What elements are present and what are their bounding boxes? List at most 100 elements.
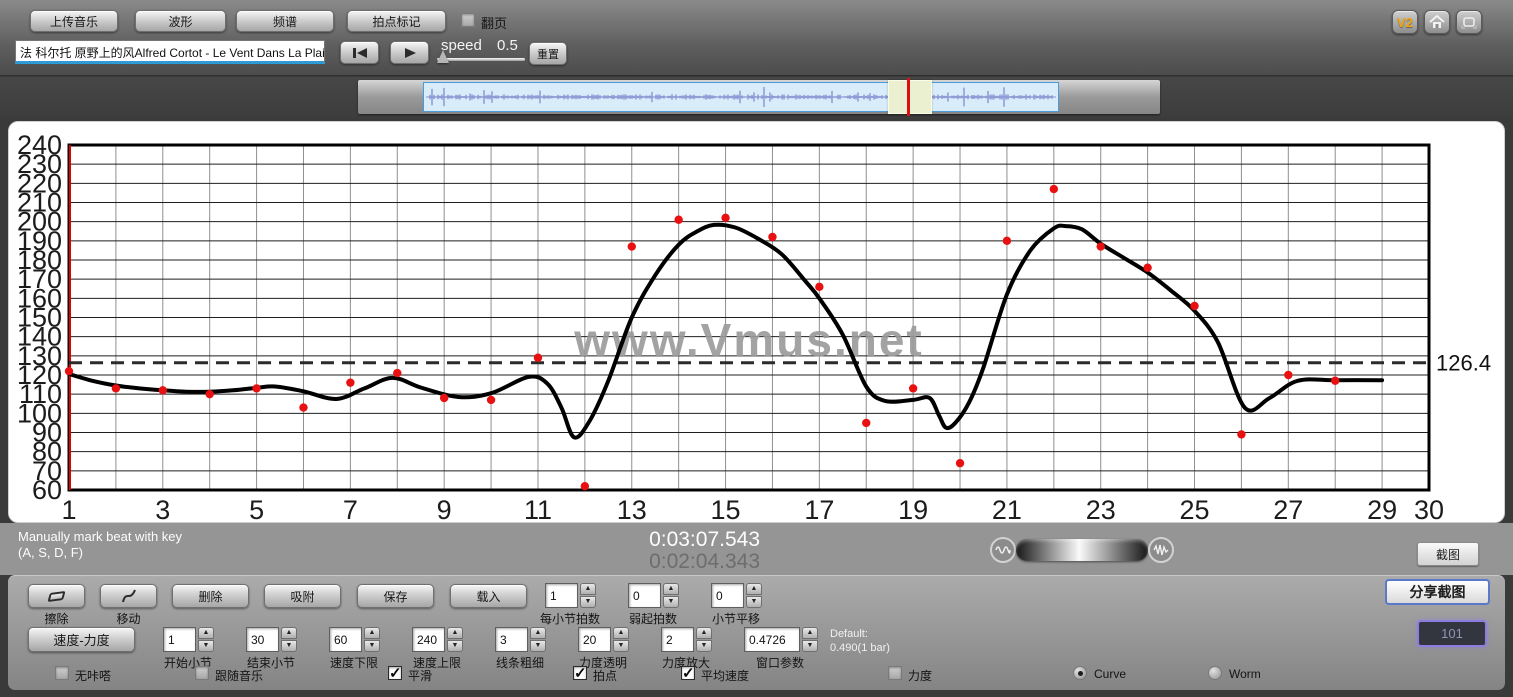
disabled-extra-button[interactable]: 101 [1417, 620, 1487, 647]
svg-text:11: 11 [524, 495, 552, 522]
spinner-down-icon[interactable]: ▼ [613, 640, 629, 652]
fullscreen-button[interactable] [1456, 10, 1482, 34]
spinner-down-icon[interactable]: ▼ [663, 596, 679, 608]
skip-to-start-icon [351, 47, 369, 59]
line-width-spinner: 3 ▲▼ [495, 627, 546, 652]
spinner-up-icon[interactable]: ▲ [530, 627, 546, 639]
volume-min-button[interactable] [990, 537, 1016, 563]
fullscreen-icon [1461, 15, 1477, 29]
spinner-up-icon[interactable]: ▲ [281, 627, 297, 639]
spinner-down-icon[interactable]: ▼ [696, 640, 712, 652]
tempo-chart[interactable]: www.Vmus.net126.460708090100110120130140… [9, 122, 1504, 522]
spinner-down-icon[interactable]: ▼ [364, 640, 380, 652]
waveform-selection-window[interactable] [888, 80, 932, 114]
play-button[interactable] [390, 41, 429, 64]
spectrum-button[interactable]: 频谱 [236, 10, 334, 32]
playhead-marker[interactable] [907, 78, 910, 116]
delete-button[interactable]: 删除 [172, 584, 249, 608]
reset-button[interactable]: 重置 [529, 42, 567, 65]
spinner-down-icon[interactable]: ▼ [580, 596, 596, 608]
tempo-dynamics-mode-button[interactable]: 速度-力度 [28, 627, 135, 652]
erase-tool-label: 擦除 [28, 610, 85, 627]
pickup-beats-value[interactable]: 0 [628, 583, 661, 608]
volume-max-button[interactable] [1148, 537, 1174, 563]
curve-radio-label: Curve [1094, 667, 1144, 681]
spinner-down-icon[interactable]: ▼ [281, 640, 297, 652]
tempo-min-value[interactable]: 60 [329, 627, 362, 652]
svg-text:25: 25 [1179, 495, 1209, 522]
erase-tool-button[interactable] [28, 584, 85, 608]
spinner-up-icon[interactable]: ▲ [580, 583, 596, 595]
no-click-checkbox[interactable] [55, 666, 69, 680]
spinner-up-icon[interactable]: ▲ [746, 583, 762, 595]
spinner-up-icon[interactable]: ▲ [198, 627, 214, 639]
spinner-up-icon[interactable]: ▲ [663, 583, 679, 595]
spinner-down-icon[interactable]: ▼ [802, 640, 818, 652]
waveform-button[interactable]: 波形 [135, 10, 226, 32]
tempo-min-label: 速度下限 [309, 654, 399, 671]
average-tempo-checkbox[interactable] [681, 666, 695, 680]
top-toolbar: 上传音乐 波形 频谱 拍点标记 翻页 V2 法 科尔托 原野上的风Alfred … [0, 0, 1513, 76]
speed-slider-thumb[interactable] [437, 50, 449, 63]
window-param-value[interactable]: 0.4726 [744, 627, 800, 652]
move-curve-icon [120, 588, 138, 604]
skip-to-start-button[interactable] [340, 41, 379, 64]
upload-music-button[interactable]: 上传音乐 [30, 10, 118, 32]
follow-music-label: 跟随音乐 [215, 667, 285, 684]
follow-music-checkbox[interactable] [195, 666, 209, 680]
save-button[interactable]: 保存 [357, 584, 434, 608]
share-screenshot-button[interactable]: 分享截图 [1385, 579, 1490, 605]
spinner-up-icon[interactable]: ▲ [696, 627, 712, 639]
spinner-up-icon[interactable]: ▲ [613, 627, 629, 639]
dynamics-opacity-spinner: 20 ▲▼ [578, 627, 629, 652]
spinner-down-icon[interactable]: ▼ [746, 596, 762, 608]
beat-mark-button[interactable]: 拍点标记 [347, 10, 446, 32]
svg-text:13: 13 [617, 495, 647, 522]
window-default-note-line2: 0.490(1 bar) [830, 642, 890, 654]
home-button[interactable] [1424, 10, 1450, 34]
svg-text:7: 7 [343, 495, 358, 522]
dynamics-gain-value[interactable]: 2 [661, 627, 694, 652]
spinner-down-icon[interactable]: ▼ [530, 640, 546, 652]
beat-dots-checkbox[interactable] [573, 666, 587, 680]
spinner-down-icon[interactable]: ▼ [447, 640, 463, 652]
svg-text:21: 21 [992, 495, 1022, 522]
line-width-value[interactable]: 3 [495, 627, 528, 652]
smooth-checkbox[interactable] [388, 666, 402, 680]
control-panel: 擦除 移动 删除 吸附 保存 载入 1 ▲▼ 每小节拍数 0 ▲▼ 弱起拍数 0… [8, 575, 1505, 690]
pickup-beats-spinner: 0 ▲▼ [628, 583, 679, 608]
waveform-graphic [424, 83, 1058, 111]
end-bar-value[interactable]: 30 [246, 627, 279, 652]
worm-radio[interactable] [1208, 666, 1222, 680]
track-title-input[interactable]: 法 科尔托 原野上的风Alfred Cortot - Le Vent Dans … [15, 40, 325, 64]
version-v2-button[interactable]: V2 [1392, 10, 1418, 34]
start-bar-value[interactable]: 1 [163, 627, 196, 652]
screenshot-button[interactable]: 截图 [1417, 542, 1479, 566]
dynamics-label: 力度 [908, 667, 958, 684]
time-total: 0:02:04.343 [560, 550, 760, 574]
volume-slider[interactable] [1016, 539, 1148, 561]
waveform-track[interactable] [358, 80, 1160, 114]
speed-slider-track[interactable] [437, 58, 525, 61]
page-turn-checkbox[interactable] [461, 13, 475, 27]
spinner-up-icon[interactable]: ▲ [447, 627, 463, 639]
svg-text:9: 9 [437, 495, 452, 522]
dynamics-opacity-value[interactable]: 20 [578, 627, 611, 652]
waveform-loud-icon [1153, 544, 1169, 556]
beats-per-bar-value[interactable]: 1 [545, 583, 578, 608]
curve-radio[interactable] [1073, 666, 1087, 680]
move-tool-button[interactable] [100, 584, 157, 608]
waveform-audio-region[interactable] [423, 82, 1059, 112]
dynamics-checkbox[interactable] [888, 666, 902, 680]
svg-text:30: 30 [1414, 495, 1444, 522]
load-button[interactable]: 载入 [450, 584, 527, 608]
bar-shift-value[interactable]: 0 [711, 583, 744, 608]
tempo-max-value[interactable]: 240 [412, 627, 445, 652]
play-icon [403, 47, 417, 59]
window-default-note-line1: Default: [830, 628, 868, 640]
spinner-down-icon[interactable]: ▼ [198, 640, 214, 652]
spinner-up-icon[interactable]: ▲ [364, 627, 380, 639]
spinner-up-icon[interactable]: ▲ [802, 627, 818, 639]
eraser-icon [47, 591, 65, 602]
snap-button[interactable]: 吸附 [264, 584, 341, 608]
